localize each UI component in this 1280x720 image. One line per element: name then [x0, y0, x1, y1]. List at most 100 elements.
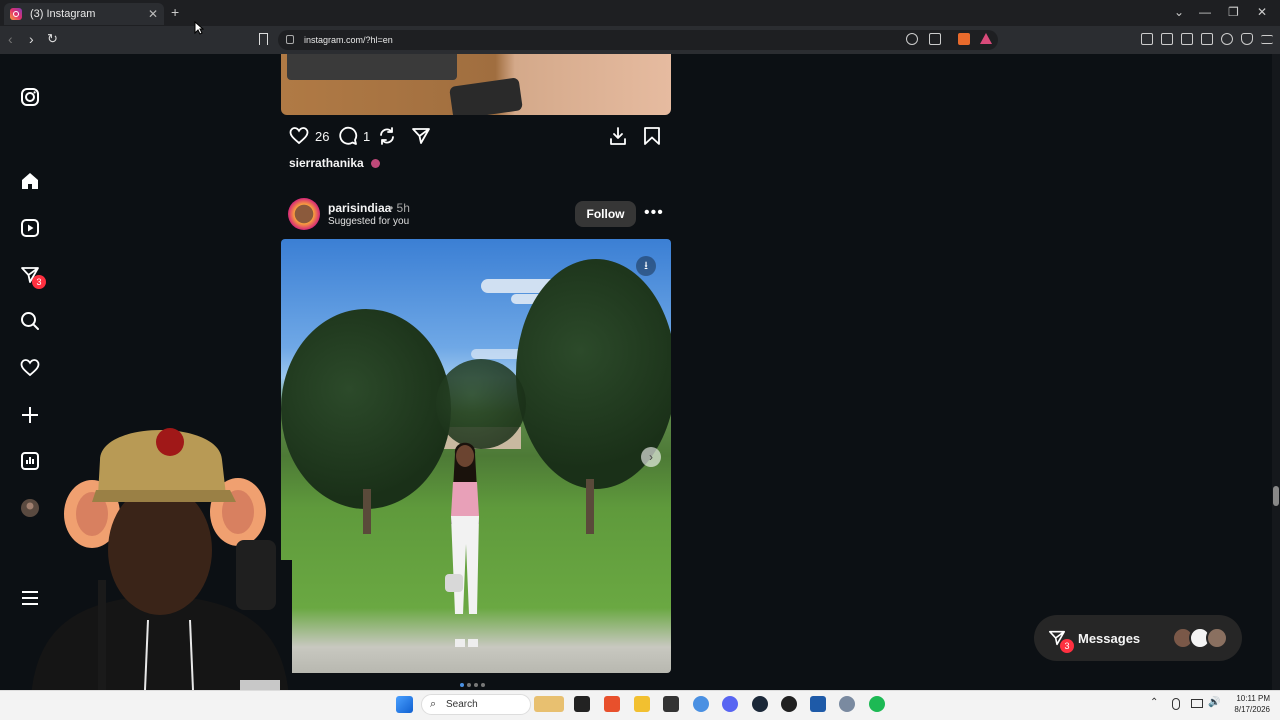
instagram-logo-icon[interactable] [20, 87, 40, 107]
menu-icon[interactable] [1261, 35, 1273, 44]
taskbar-search-icon: ⌕ [430, 698, 437, 710]
obs-icon[interactable] [781, 696, 797, 712]
media-icon[interactable] [1161, 33, 1173, 45]
app-icon[interactable] [810, 696, 826, 712]
cast-icon[interactable] [929, 33, 941, 45]
messages-badge: 3 [1060, 639, 1074, 653]
page-scrollbar[interactable] [1272, 54, 1280, 690]
microphone-icon[interactable] [1172, 698, 1180, 710]
photo-trunk-left [363, 489, 371, 534]
taskbar-clock[interactable]: 10:11 PM 8/17/2026 [1228, 693, 1270, 715]
brave-shields-icon[interactable] [958, 33, 970, 45]
photo-tree-left [281, 309, 451, 509]
forward-icon[interactable]: › [29, 31, 34, 47]
share-button[interactable] [411, 124, 431, 148]
site-info-icon[interactable] [286, 35, 294, 44]
tab-title: (3) Instagram [30, 8, 96, 20]
like-button[interactable]: 26 [289, 124, 329, 148]
bookmark-save-icon [644, 127, 660, 145]
brave-rewards-icon[interactable] [980, 33, 992, 44]
carousel-dots [460, 683, 485, 687]
webcam-overlay [0, 400, 292, 720]
close-window-icon[interactable]: ✕ [1257, 5, 1267, 19]
leo-ai-icon[interactable] [1221, 33, 1233, 45]
post-header: parisindiaa • 5h Suggested for you Follo… [288, 198, 672, 232]
settings-gear-icon[interactable] [839, 696, 855, 712]
photo-person [445, 442, 479, 647]
emoji-icon [371, 159, 381, 168]
comment-button[interactable]: 1 [338, 124, 370, 148]
address-bar[interactable]: instagram.com/?hl=en [278, 30, 998, 50]
vpn-icon[interactable] [1241, 33, 1253, 45]
maximize-icon[interactable]: ❐ [1228, 5, 1239, 19]
post-author-avatar[interactable] [288, 198, 320, 230]
save-button[interactable] [642, 124, 662, 148]
messages-button[interactable]: 3 Messages [1034, 615, 1242, 661]
share-icon [412, 128, 430, 144]
instagram-favicon-icon [10, 8, 22, 20]
extensions-icon[interactable] [1141, 33, 1153, 45]
repost-icon [380, 127, 394, 145]
discord-icon[interactable] [722, 696, 738, 712]
comment-count: 1 [363, 128, 371, 144]
messages-label: Messages [1078, 631, 1141, 646]
capcut-icon[interactable] [663, 696, 679, 712]
wallet-icon[interactable] [1201, 33, 1213, 45]
post-time: • 5h [389, 201, 410, 215]
brave-browser-icon[interactable] [604, 696, 620, 712]
back-icon[interactable]: ‹ [8, 31, 13, 47]
zoom-icon[interactable] [906, 33, 918, 45]
search-icon[interactable] [20, 311, 40, 331]
comment-icon [339, 126, 358, 145]
carousel-dot [481, 683, 485, 687]
task-view-icon[interactable] [574, 696, 590, 712]
new-tab-button[interactable]: + [171, 4, 179, 20]
home-icon[interactable] [20, 171, 40, 191]
taskbar-search[interactable]: ⌕ Search [421, 694, 531, 715]
download-icon [610, 127, 626, 145]
start-button-icon[interactable] [396, 696, 413, 713]
bookmark-icon[interactable] [259, 33, 268, 45]
notifications-heart-icon[interactable] [20, 358, 40, 378]
widgets-icon[interactable] [534, 696, 564, 712]
file-explorer-icon[interactable] [634, 696, 650, 712]
previous-post-image-card [287, 54, 457, 80]
reload-icon[interactable]: ↻ [47, 31, 58, 47]
download-button[interactable] [608, 124, 628, 148]
more-options-icon[interactable]: ••• [644, 204, 664, 222]
carousel-next-icon[interactable]: › [641, 447, 661, 467]
caption-username-text: sierrathanika [289, 156, 364, 170]
spotify-icon[interactable] [869, 696, 885, 712]
vpn-app-icon[interactable] [693, 696, 709, 712]
carousel-dot [474, 683, 478, 687]
like-count: 26 [315, 128, 330, 144]
messages-notification-badge: 3 [32, 275, 46, 289]
mouse-cursor-icon [194, 21, 204, 35]
carousel-dot [460, 683, 464, 687]
message-avatar [1206, 627, 1228, 649]
suggested-label: Suggested for you [328, 216, 410, 227]
url-text: instagram.com/?hl=en [304, 35, 393, 45]
post-author-username[interactable]: parisindiaa [328, 201, 391, 215]
reels-icon[interactable] [20, 218, 40, 238]
display-icon[interactable] [1191, 699, 1203, 708]
clock-time: 10:11 PM [1236, 694, 1270, 703]
follow-button[interactable]: Follow [575, 201, 636, 227]
download-media-icon[interactable]: ⭳ [636, 256, 656, 276]
repost-button[interactable] [377, 124, 397, 148]
steam-icon[interactable] [752, 696, 768, 712]
browser-tab-instagram[interactable]: (3) Instagram ✕ [4, 3, 164, 25]
clock-date: 8/17/2026 [1234, 705, 1270, 714]
previous-post-image-phone [449, 77, 523, 115]
scrollbar-thumb[interactable] [1273, 486, 1279, 506]
caption-username[interactable]: sierrathanika [289, 156, 381, 170]
previous-post-image[interactable] [281, 54, 671, 115]
sidebar-toggle-icon[interactable] [1181, 33, 1193, 45]
tray-chevron-icon[interactable]: ⌃ [1150, 697, 1158, 708]
tab-list-icon[interactable]: ⌄ [1174, 5, 1184, 19]
post-image[interactable] [281, 239, 671, 673]
carousel-dot [467, 683, 471, 687]
volume-icon[interactable]: 🔊 [1208, 697, 1220, 708]
minimize-icon[interactable]: — [1199, 5, 1211, 19]
tab-close-icon[interactable]: ✕ [148, 7, 158, 21]
